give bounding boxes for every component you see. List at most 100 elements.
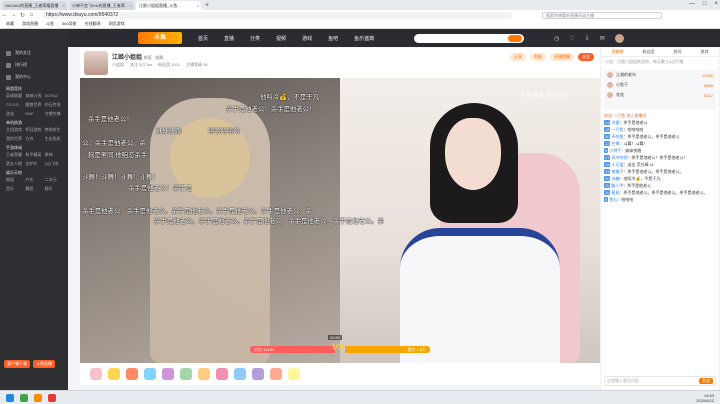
sidebar-category-link[interactable]: 怀旧游戏 [25, 127, 42, 133]
sidebar-category-link[interactable]: 颜值 [6, 177, 23, 183]
history-icon[interactable]: ◷ [554, 35, 559, 42]
browser-tab[interactable]: 小神不会飞Wiz的直播_王者荣... × [69, 1, 134, 10]
sidebar-category-link[interactable]: 第五人格 [6, 161, 23, 167]
browser-tab-active[interactable]: 江姬小姐姐直播_斗鱼... × [136, 1, 201, 10]
app-icon[interactable] [34, 393, 42, 402]
chat-username[interactable]: 夜猫子 [611, 169, 623, 174]
sidebar-category-link[interactable]: 守望先锋 [45, 111, 62, 117]
gift-icon[interactable] [108, 368, 120, 380]
sidebar-category-link[interactable]: 原神 [45, 152, 62, 158]
sidebar-category-link[interactable]: 英雄联盟 [6, 93, 23, 99]
nav-item[interactable]: 视频 [276, 35, 286, 42]
sidebar-category-link[interactable]: 逆战 [6, 111, 23, 117]
video-player[interactable]: 斗鱼直播 9540372 他叫冷💰，不是于凡 杀手是他老公！杀手是他老公！ 杀手… [80, 78, 600, 363]
chat-input[interactable]: 这里输入聊天内容 发送 [604, 376, 716, 386]
url-input[interactable]: https://www.douyu.com/9540372 [42, 11, 512, 19]
report-button[interactable]: 举报 [530, 53, 546, 61]
anchor-name[interactable]: 江姬小姐姐 [112, 55, 142, 61]
sidebar-category-link[interactable]: 生化危机 [45, 136, 62, 142]
bookmark-item[interactable]: 在线翻译 [85, 21, 101, 27]
gift-icon[interactable] [198, 368, 210, 380]
sidebar-category-link[interactable]: CS:GO [6, 102, 23, 108]
sidebar-category-link[interactable]: DOTA2 [45, 93, 62, 99]
sidebar-category-link[interactable]: 王者荣耀 [6, 152, 23, 158]
message-icon[interactable]: ✉ [600, 35, 605, 42]
refresh-icon[interactable]: ↻ [18, 12, 27, 19]
browser-search-input[interactable]: 搜索你想要的直播间或主播 [542, 11, 662, 19]
bookmark-item[interactable]: 网页游戏 [109, 21, 125, 27]
sidebar-category-link[interactable]: 舞蹈 [25, 186, 42, 192]
douyu-live-button[interactable]: 斗鱼直播 [33, 360, 55, 368]
sidebar-category-link[interactable]: QQ飞车 [45, 161, 62, 167]
sidebar-section-title[interactable]: 网游竞技 [0, 83, 68, 93]
rank-row[interactable]: 江湖的老鸟 12940 [604, 70, 716, 80]
chat-username[interactable]: 一只鱼 [611, 127, 623, 132]
sidebar-category-link[interactable]: 魔兽世界 [25, 102, 42, 108]
search-button[interactable] [508, 34, 523, 42]
download-client-button[interactable]: 客户端下载 [4, 360, 30, 368]
sidebar-item-rank[interactable]: 排行榜 [0, 59, 68, 71]
bookmark-item[interactable]: 斗鱼 [46, 21, 54, 27]
tab-contribution[interactable]: 贡献榜 [612, 49, 624, 55]
tab-room[interactable]: 房间 [674, 49, 682, 55]
gift-icon[interactable] [288, 368, 300, 380]
sidebar-category-link[interactable]: 绝地求生 [45, 127, 62, 133]
maximize-icon[interactable]: □ [703, 1, 707, 7]
gift-icon[interactable] [162, 368, 174, 380]
minimize-icon[interactable]: — [689, 1, 695, 7]
bookmark-item[interactable]: 收藏 [6, 21, 14, 27]
forward-icon[interactable]: → [9, 12, 18, 18]
sidebar-category-link[interactable]: 聊天 [45, 186, 62, 192]
follow-button[interactable]: 关注 [578, 53, 594, 61]
nav-item[interactable]: 直播 [224, 35, 234, 42]
send-button[interactable]: 发送 [699, 378, 713, 384]
room-category[interactable]: 颜值 · 跳舞 [144, 55, 164, 60]
chat-username[interactable]: 路人甲 [611, 183, 623, 188]
close-icon[interactable]: × [197, 3, 199, 8]
gift-icon[interactable] [270, 368, 282, 380]
chat-username[interactable]: 风中的你 [611, 155, 627, 160]
app-icon[interactable] [20, 393, 28, 402]
app-icon[interactable] [48, 393, 56, 402]
close-icon[interactable]: × [63, 3, 65, 8]
bookmark-item[interactable]: 360导航 [62, 21, 77, 27]
gift-icon[interactable] [90, 368, 102, 380]
sidebar-category-link[interactable]: 音乐 [6, 186, 23, 192]
site-search-input[interactable] [414, 33, 525, 43]
close-icon[interactable]: × [130, 3, 132, 8]
sidebar-item-follow[interactable]: 我的关注 [0, 47, 68, 59]
rank-row[interactable]: 花花 6312 [604, 90, 716, 100]
bookmark-item[interactable]: 游戏直播 [22, 21, 38, 27]
home-icon[interactable]: ⌂ [27, 12, 36, 18]
sidebar-item-center[interactable]: 我的中心 [0, 71, 68, 83]
sidebar-category-link[interactable]: 金铲铲 [25, 161, 42, 167]
tab-vip[interactable]: 贵宾 [701, 49, 709, 55]
sidebar-category-link[interactable]: DNF [25, 111, 42, 117]
download-icon[interactable]: ⇩ [585, 35, 590, 42]
sidebar-category-link[interactable]: 二次元 [45, 177, 62, 183]
chat-username[interactable]: 小可爱 [611, 162, 623, 167]
browser-tab[interactable]: NAGAKI的直播_王者荣耀直播 × [2, 1, 67, 10]
anchor-avatar[interactable] [84, 51, 108, 75]
user-avatar[interactable] [614, 33, 624, 43]
sidebar-category-link[interactable]: 主机游戏 [6, 127, 23, 133]
sidebar-category-link[interactable]: 户外 [25, 177, 42, 183]
gift-icon[interactable] [252, 368, 264, 380]
nav-item[interactable]: 鱼吧 [328, 35, 338, 42]
chat-username[interactable]: 小饼干 [609, 148, 621, 153]
gift-icon[interactable] [234, 368, 246, 380]
sidebar-category-link[interactable]: 我的世界 [6, 136, 23, 142]
sidebar-section-title[interactable]: 单机热游 [0, 117, 68, 127]
rank-row[interactable]: 小鱼干 8855 [604, 80, 716, 90]
nav-item[interactable]: 游戏 [302, 35, 312, 42]
nav-item[interactable]: 鱼乐盛典 [354, 35, 374, 42]
gift-icon[interactable] [216, 368, 228, 380]
sidebar-category-link[interactable]: 和平精英 [25, 152, 42, 158]
sidebar-category-link[interactable]: 炉石传说 [45, 102, 62, 108]
nav-item[interactable]: 首页 [198, 35, 208, 42]
chat-username[interactable]: 不吃鱼 [611, 134, 623, 139]
nav-item[interactable]: 分类 [250, 35, 260, 42]
start-icon[interactable] [6, 393, 14, 402]
follow-icon[interactable]: ♡ [569, 35, 574, 42]
gift-icon[interactable] [126, 368, 138, 380]
